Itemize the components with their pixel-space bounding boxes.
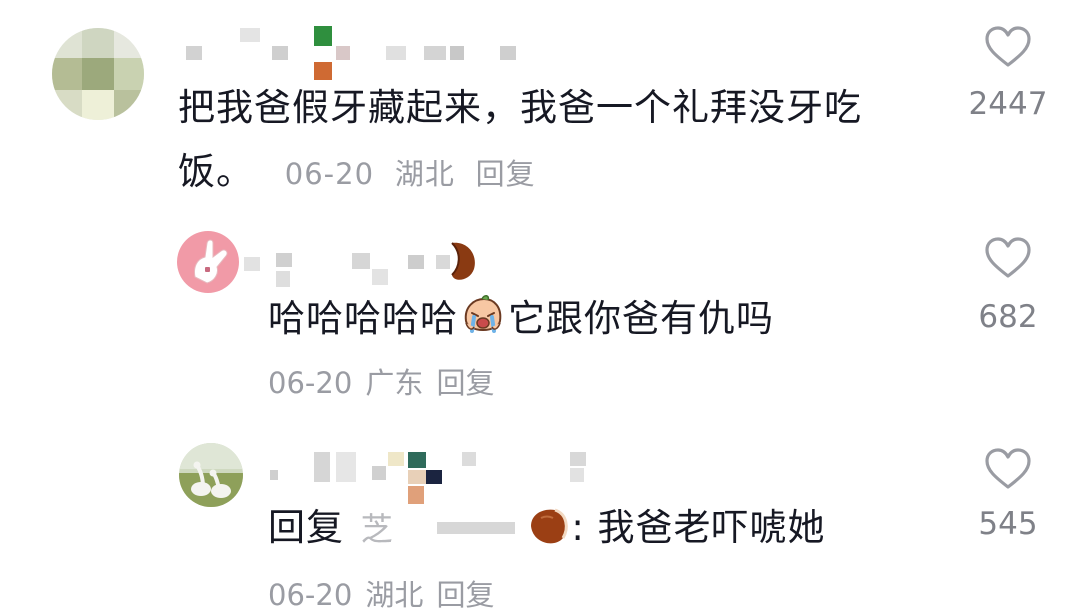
reply-prefix: 回复 (268, 506, 344, 549)
comment-text: 把我爸假牙藏起来，我爸一个礼拜没牙吃 饭。 06-20 湖北 回复 (178, 76, 938, 206)
reply-button[interactable]: 回复 (436, 366, 494, 400)
comment-text: 哈哈哈哈哈 它跟你爸有仇吗 (268, 287, 948, 351)
reply-comment-item: 回复 芝 : 我爸老吓唬她 06-20 湖北 回复 545 (0, 430, 1080, 614)
like-count: 545 (978, 506, 1038, 542)
reply-button[interactable]: 回复 (436, 578, 494, 612)
comment-location: 湖北 (394, 157, 455, 191)
hand-gesture-icon (194, 239, 228, 284)
comment-item: 把我爸假牙藏起来，我爸一个礼拜没牙吃 饭。 06-20 湖北 回复 2447 (0, 0, 1080, 205)
comment-meta: 06-20 湖北 回复 (268, 572, 495, 614)
comment-date: 06-20 (268, 578, 353, 612)
chestnut-emoji-icon (451, 242, 475, 280)
comment-date: 06-20 (284, 157, 375, 191)
avatar[interactable] (179, 443, 243, 507)
comment-meta: 06-20 广东 回复 (268, 360, 495, 402)
reply-button[interactable]: 回复 (476, 157, 536, 191)
like-button[interactable]: 2447 (948, 26, 1068, 126)
heart-outline-icon (985, 26, 1031, 67)
heart-outline-icon (985, 448, 1031, 489)
comment-location: 广东 (365, 366, 424, 400)
comment-location: 湖北 (365, 578, 424, 612)
goose-image-icon (191, 461, 231, 498)
like-count: 682 (978, 299, 1038, 335)
avatar[interactable] (52, 28, 144, 120)
like-button[interactable]: 682 (948, 237, 1068, 337)
username-pixelated[interactable] (240, 229, 480, 289)
like-count: 2447 (968, 86, 1048, 122)
comment-date: 06-20 (268, 366, 353, 400)
reply-comment-item: 哈哈哈哈哈 它跟你爸有仇吗 06-20 广东 回复 682 (0, 215, 1080, 420)
reply-target-name-pixelated (436, 522, 515, 534)
crying-face-emoji (464, 295, 502, 333)
like-button[interactable]: 545 (948, 448, 1068, 548)
chestnut-emoji-icon (531, 508, 569, 544)
username-pixelated[interactable] (180, 22, 540, 82)
avatar[interactable] (177, 231, 239, 293)
heart-outline-icon (985, 237, 1031, 278)
comment-text-line: 把我爸假牙藏起来，我爸一个礼拜没牙吃 (178, 86, 862, 129)
comment-text-line: 饭。 06-20 湖北 回复 (178, 150, 536, 193)
reply-target-name[interactable]: 芝 (361, 510, 394, 548)
comment-text: 回复 芝 : 我爸老吓唬她 (268, 506, 826, 549)
